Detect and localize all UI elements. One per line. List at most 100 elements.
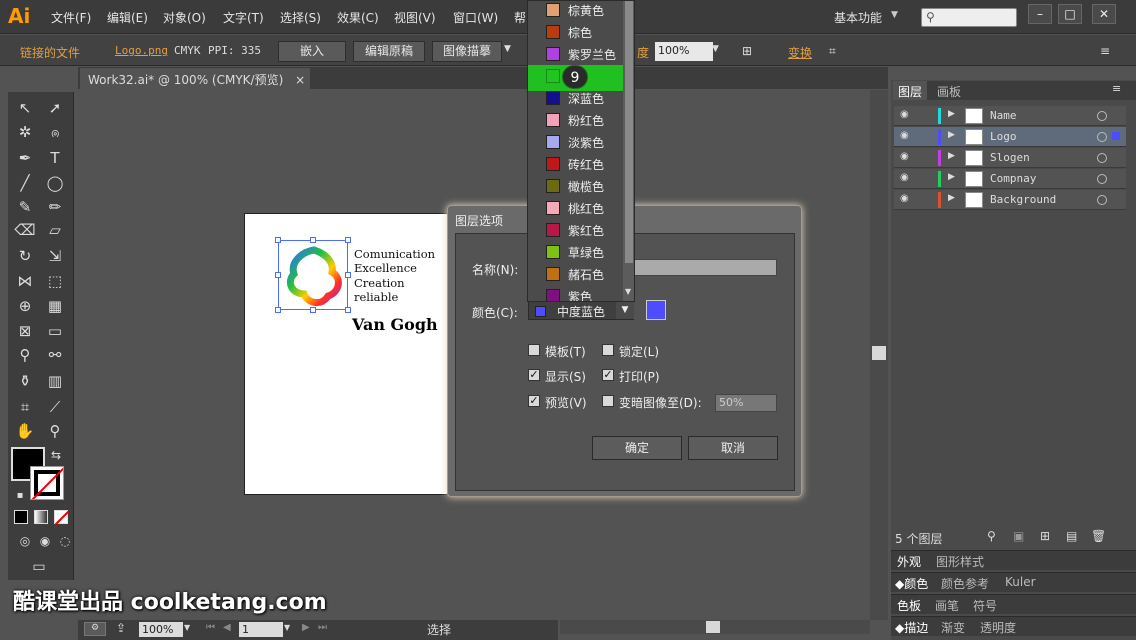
zoom-level-field[interactable]: 100% <box>139 622 183 637</box>
artboard-chevron-icon[interactable]: ▼ <box>284 623 290 632</box>
menu-effect[interactable]: 效果(C) <box>337 9 379 26</box>
symbol-sprayer-icon[interactable]: ⚱ <box>13 370 37 392</box>
linked-file-name[interactable]: Logo.png <box>115 44 168 57</box>
pencil-tool-icon[interactable]: ✏ <box>43 196 67 218</box>
panel-menu-icon[interactable]: ≡ <box>1100 44 1110 58</box>
tab-appearance[interactable]: 外观 <box>897 553 921 570</box>
brand-name-text[interactable]: Van Gogh <box>352 315 438 334</box>
document-tab[interactable]: Work32.ai* @ 100% (CMYK/预览) × <box>80 68 310 89</box>
expand-triangle-icon[interactable]: ▶ <box>948 172 955 182</box>
resize-handle[interactable] <box>345 237 351 243</box>
color-option[interactable]: 桃红色 <box>528 197 622 219</box>
color-option[interactable]: 赭石色 <box>528 263 622 285</box>
visibility-eye-icon[interactable]: ◉ <box>900 193 909 204</box>
scale-tool-icon[interactable]: ⇲ <box>43 245 67 267</box>
free-transform-icon[interactable]: ⬚ <box>43 270 67 292</box>
screen-mode-icon[interactable]: ▭ <box>27 556 51 578</box>
close-window-button[interactable]: ✕ <box>1092 4 1116 24</box>
delete-layer-icon[interactable]: 🗑 <box>1091 529 1106 543</box>
cancel-button[interactable]: 取消 <box>688 436 778 460</box>
selection-tool-icon[interactable]: ↖ <box>13 97 37 119</box>
default-colors-icon[interactable]: ▪ <box>8 485 32 507</box>
resize-handle[interactable] <box>275 272 281 278</box>
perspective-grid-icon[interactable]: ▦ <box>43 295 67 317</box>
blend-tool-icon[interactable]: ⚯ <box>43 344 67 366</box>
visibility-eye-icon[interactable]: ◉ <box>900 109 909 120</box>
tab-swatches[interactable]: 色板 <box>897 597 921 614</box>
layer-row[interactable]: ◉ ▶ Name <box>894 106 1126 126</box>
gradient-mode-icon[interactable] <box>34 510 48 524</box>
none-mode-icon[interactable] <box>54 510 70 526</box>
expand-triangle-icon[interactable]: ▶ <box>948 151 955 161</box>
menu-type[interactable]: 文字(T) <box>223 9 264 26</box>
dim-percent-input[interactable]: 50% <box>715 394 777 412</box>
opacity-field[interactable]: 100% <box>655 42 713 61</box>
artboard-tool-icon[interactable]: ⌗ <box>13 396 37 418</box>
scroll-down-icon[interactable]: ▼ <box>625 287 631 296</box>
menu-object[interactable]: 对象(O) <box>163 9 206 26</box>
image-trace-button[interactable]: 图像描摹 <box>432 41 502 62</box>
minimize-button[interactable]: – <box>1028 4 1052 24</box>
next-artboard-icon[interactable]: ▶ <box>302 622 310 633</box>
visibility-eye-icon[interactable]: ◉ <box>900 130 909 141</box>
menu-view[interactable]: 视图(V) <box>394 9 436 26</box>
gpu-icon[interactable]: ⚙ <box>84 622 106 636</box>
clipping-mask-icon[interactable]: ▣ <box>1013 529 1024 543</box>
layer-row[interactable]: ◉ ▶ Slogen <box>894 148 1126 168</box>
hand-tool-icon[interactable]: ✋ <box>13 420 37 442</box>
direct-selection-tool-icon[interactable]: ➚ <box>43 97 67 119</box>
color-option[interactable]: 紫色 <box>528 285 622 301</box>
first-artboard-icon[interactable]: ⏮ <box>206 622 215 633</box>
resize-handle[interactable] <box>345 272 351 278</box>
workspace-switcher[interactable]: 基本功能 <box>834 9 882 26</box>
chevron-down-icon[interactable]: ▼ <box>891 10 898 20</box>
tab-layers[interactable]: 图层 <box>898 83 922 100</box>
resize-handle[interactable] <box>310 307 316 313</box>
custom-color-swatch[interactable] <box>646 300 666 320</box>
mesh-tool-icon[interactable]: ⊠ <box>13 320 37 342</box>
tab-graphic-styles[interactable]: 图形样式 <box>936 553 984 570</box>
layer-row-selected[interactable]: ◉ ▶ Logo <box>894 127 1126 147</box>
lasso-tool-icon[interactable]: ၐ <box>43 121 67 143</box>
preview-checkbox[interactable]: ✓ <box>528 395 540 407</box>
slice-tool-icon[interactable]: ⟋ <box>43 396 67 418</box>
lock-checkbox[interactable] <box>602 344 614 356</box>
align-icon[interactable]: ⊞ <box>742 44 752 58</box>
slogan-line[interactable]: Creation <box>354 276 405 290</box>
target-circle-icon[interactable] <box>1097 153 1107 163</box>
color-mode-icon[interactable] <box>14 510 28 524</box>
share-icon[interactable]: ⇪ <box>116 621 126 635</box>
color-option[interactable]: 砖红色 <box>528 153 622 175</box>
line-tool-icon[interactable]: ╱ <box>13 172 37 194</box>
eraser-tool-icon[interactable]: ▱ <box>43 219 67 241</box>
color-option[interactable]: 深蓝色 <box>528 87 622 109</box>
layer-name[interactable]: Compnay <box>990 172 1036 185</box>
gradient-tool-icon[interactable]: ▭ <box>43 320 67 342</box>
help-search-input[interactable]: ⚲ <box>921 8 1017 27</box>
eyedropper-icon[interactable]: ⚲ <box>13 344 37 366</box>
isolate-icon[interactable]: ⌗ <box>829 44 836 59</box>
artboard-number-field[interactable]: 1 <box>239 622 283 637</box>
tab-stroke[interactable]: ◆描边 <box>895 619 928 636</box>
embed-button[interactable]: 嵌入 <box>278 41 346 62</box>
resize-handle[interactable] <box>345 307 351 313</box>
pen-tool-icon[interactable]: ✒ <box>13 147 37 169</box>
layer-name[interactable]: Slogen <box>990 151 1030 164</box>
slogan-line[interactable]: Comunication <box>354 247 435 261</box>
target-circle-icon[interactable] <box>1097 111 1107 121</box>
menu-edit[interactable]: 编辑(E) <box>107 9 148 26</box>
transform-link[interactable]: 变换 <box>788 44 812 61</box>
opacity-chevron-icon[interactable]: ▼ <box>712 44 719 54</box>
tab-gradient[interactable]: 渐变 <box>941 619 965 636</box>
rotate-tool-icon[interactable]: ↻ <box>13 245 37 267</box>
blob-brush-icon[interactable]: ⌫ <box>13 219 37 241</box>
tab-color-guide[interactable]: 颜色参考 <box>941 575 989 592</box>
resize-handle[interactable] <box>275 237 281 243</box>
tab-color[interactable]: ◆颜色 <box>895 575 928 592</box>
target-circle-icon[interactable] <box>1097 195 1107 205</box>
color-option[interactable]: 棕色 <box>528 21 622 43</box>
shape-builder-icon[interactable]: ⊕ <box>13 295 37 317</box>
dim-images-checkbox[interactable] <box>602 395 614 407</box>
menu-window[interactable]: 窗口(W) <box>453 9 498 26</box>
expand-triangle-icon[interactable]: ▶ <box>948 193 955 203</box>
